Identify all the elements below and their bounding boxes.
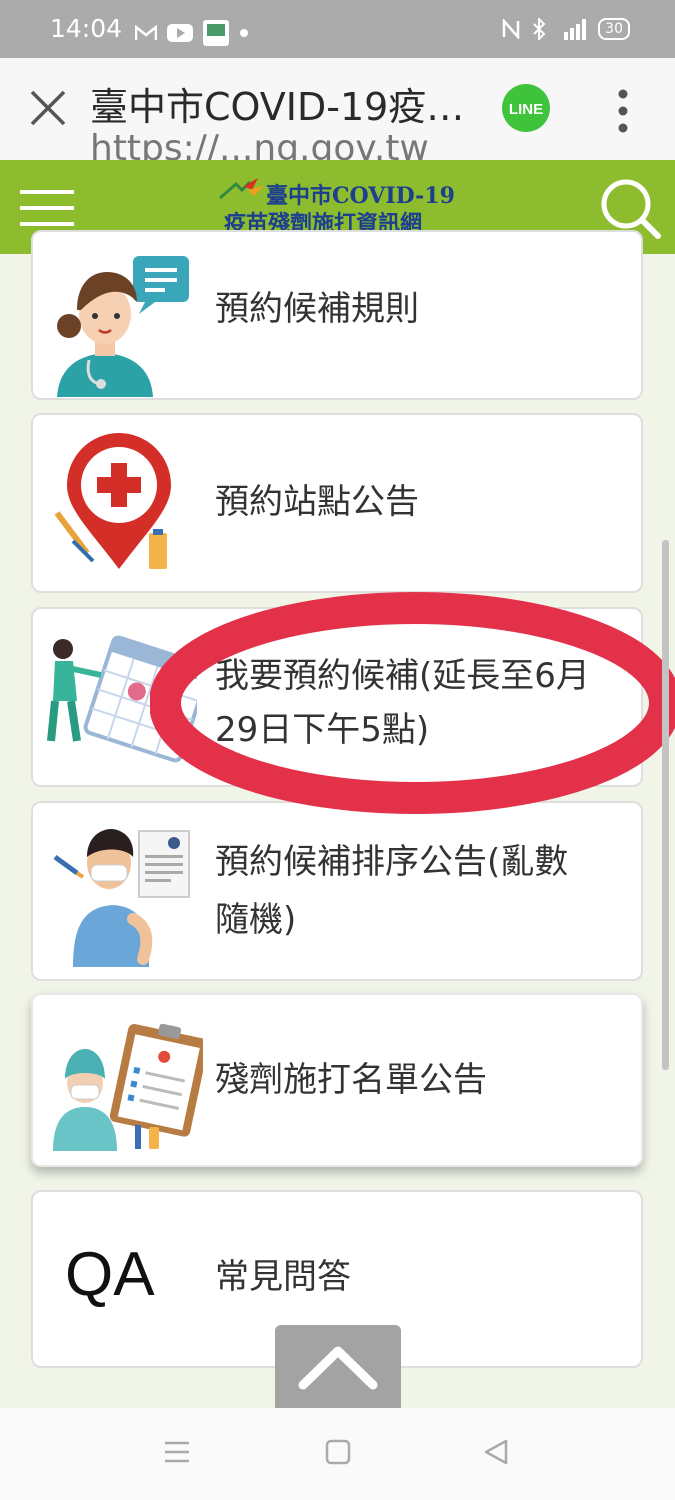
back-to-top-button[interactable] xyxy=(275,1325,401,1409)
menu-item-label: 常見問答 xyxy=(215,1257,351,1297)
gmail-icon xyxy=(135,25,157,40)
menu-item-waitlist-rules[interactable]: 預約候補規則 xyxy=(31,230,643,400)
menu-item-book-waitlist[interactable]: 我要預約候補(延長至6月 29日下午5點) xyxy=(31,607,643,787)
menu-item-station-announcement[interactable]: 預約站點公告 xyxy=(31,413,643,593)
system-nav-bar xyxy=(0,1408,675,1500)
map-pin-medical-icon xyxy=(54,433,171,569)
more-options-icon[interactable] xyxy=(608,86,638,136)
chevron-up-icon xyxy=(298,1346,378,1390)
menu-item-label: 殘劑施打名單公告 xyxy=(215,1060,487,1100)
status-bar: 14:04 30 xyxy=(0,0,675,58)
line-label: LINE xyxy=(509,101,543,118)
home-icon[interactable] xyxy=(324,1438,352,1466)
menu-item-waitlist-order[interactable]: 預約候補排序公告(亂數 隨機) xyxy=(31,801,643,981)
signal-4g-icon xyxy=(564,19,587,40)
menu-item-label-line2: 隨機) xyxy=(215,900,297,940)
menu-item-vaccination-list[interactable]: 殘劑施打名單公告 xyxy=(31,993,643,1167)
status-time: 14:04 xyxy=(50,14,123,43)
scrollbar-thumb[interactable] xyxy=(662,540,669,1070)
browser-toolbar: 臺中市COVID-19疫… https://...ng.gov.tw LINE xyxy=(0,58,675,160)
close-icon[interactable] xyxy=(28,88,68,128)
vaccinated-person-icon xyxy=(53,829,190,967)
nurse-chat-icon xyxy=(57,256,189,397)
recent-apps-icon[interactable] xyxy=(163,1438,191,1466)
line-share-icon[interactable]: LINE xyxy=(500,84,552,136)
hamburger-menu-icon[interactable] xyxy=(20,188,74,228)
dot-icon xyxy=(240,29,248,37)
menu-item-label-line1: 預約候補排序公告(亂數 xyxy=(215,842,569,882)
back-icon[interactable] xyxy=(482,1438,510,1466)
menu-item-label: 預約候補規則 xyxy=(215,289,419,329)
menu-item-label-line2: 29日下午5點) xyxy=(215,710,430,750)
status-left-icons xyxy=(135,20,249,46)
app-icon xyxy=(203,20,229,46)
logo-bird-icon xyxy=(219,178,264,200)
clipboard-nurse-icon xyxy=(53,1023,203,1151)
battery-icon: 30 xyxy=(598,18,630,40)
status-right-icons: 30 xyxy=(502,18,630,40)
menu-item-label: 預約站點公告 xyxy=(215,482,419,522)
page-url[interactable]: https://...ng.gov.tw xyxy=(90,128,429,160)
youtube-icon xyxy=(167,24,193,42)
page-title: 臺中市COVID-19疫… xyxy=(90,85,465,129)
bluetooth-icon xyxy=(533,18,546,40)
menu-item-label-line1: 我要預約候補(延長至6月 xyxy=(215,656,590,696)
nfc-icon xyxy=(502,19,520,39)
calendar-nurse-icon xyxy=(47,635,197,763)
qa-icon: QA xyxy=(65,1240,155,1309)
